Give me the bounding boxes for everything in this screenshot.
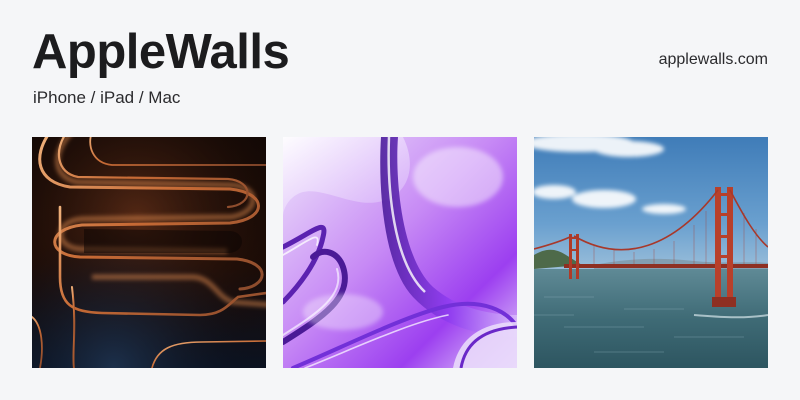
wallpaper-thumbnail-golden-gate[interactable] <box>534 137 768 368</box>
wallpaper-thumbnail-copper[interactable] <box>32 137 266 368</box>
site-link[interactable]: applewalls.com <box>659 50 768 70</box>
site-tagline: iPhone / iPad / Mac <box>33 88 181 107</box>
wallpaper-thumbnail-purple[interactable] <box>283 137 517 368</box>
wallpaper-gallery <box>32 137 768 368</box>
site-title: AppleWalls <box>32 25 290 79</box>
golden-gate-bridge-image <box>534 137 768 368</box>
purple-abstract-image <box>283 137 517 368</box>
copper-abstract-image <box>32 137 266 368</box>
